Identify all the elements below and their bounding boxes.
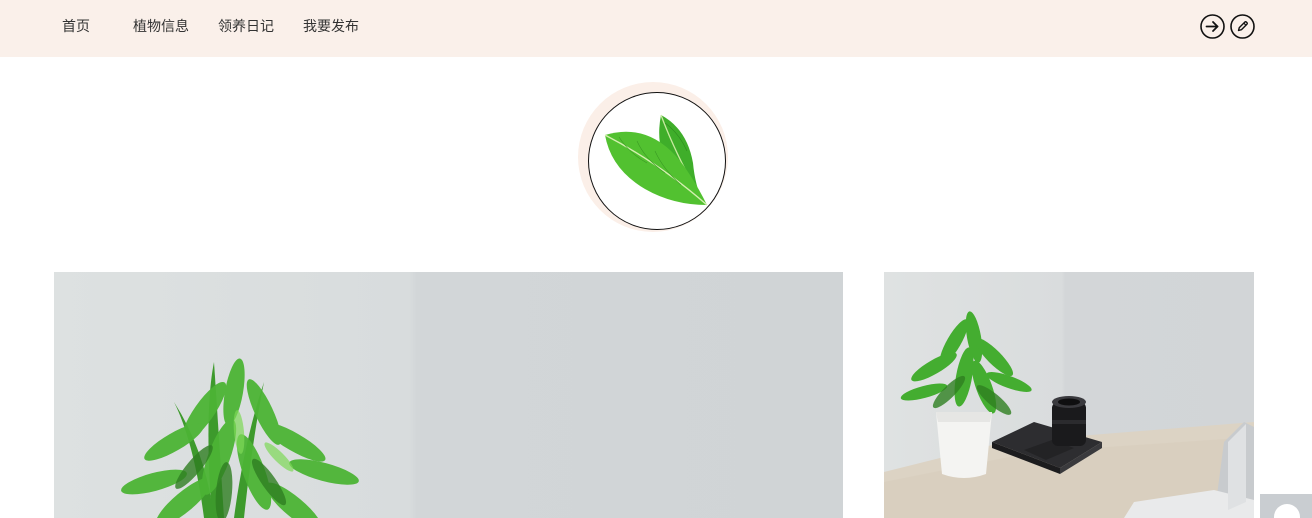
back-to-top-icon	[1274, 504, 1300, 518]
potted-plant-photo[interactable]	[54, 272, 843, 518]
desk-plant-camera-photo[interactable]	[884, 272, 1254, 518]
nav-item-home[interactable]: 首页	[62, 18, 90, 36]
leaves-icon	[604, 114, 708, 206]
plant-illustration	[121, 358, 359, 518]
nav-item-publish[interactable]: 我要发布	[303, 18, 359, 36]
nav-item-plant-info[interactable]: 植物信息	[133, 18, 189, 36]
logo-circle	[588, 92, 726, 230]
top-navbar: 首页 植物信息 领养日记 我要发布	[0, 0, 1312, 57]
desk-scene-illustration	[884, 311, 1254, 518]
back-to-top-widget[interactable]	[1260, 494, 1312, 518]
login-arrow-icon[interactable]	[1200, 14, 1225, 39]
site-logo[interactable]	[578, 82, 728, 232]
nav-item-adoption-diary[interactable]: 领养日记	[218, 18, 274, 36]
edit-pencil-icon[interactable]	[1230, 14, 1255, 39]
